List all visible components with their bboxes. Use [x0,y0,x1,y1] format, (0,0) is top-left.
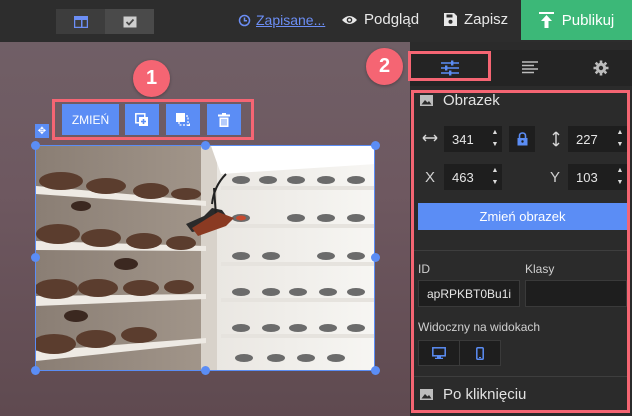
checkbox-icon [123,16,136,27]
y-stepper[interactable]: ▲ ▼ [616,167,624,187]
mobile-visibility-toggle[interactable] [459,340,501,366]
resize-handle-bottom-left[interactable] [31,366,40,375]
duplicate-button[interactable] [125,104,159,135]
floppy-disk-icon [444,13,457,26]
y-input[interactable]: 103 ▲ ▼ [568,164,627,190]
gear-icon [593,60,609,76]
layer-order-icon [176,112,190,126]
height-value: 227 [576,131,598,147]
width-arrows-icon [422,134,438,142]
id-value: apRPKBT0Bu1i [427,286,512,301]
width-input[interactable]: 341 ▲ ▼ [444,126,502,152]
annotation-badge-2: 2 [366,48,403,85]
image-icon [420,389,433,400]
x-value: 463 [452,169,474,185]
visible-on-views-label: Widoczny na widokach [418,320,541,334]
layer-order-button[interactable] [166,104,200,135]
caret-down-icon: ▼ [491,179,499,186]
change-image-button[interactable]: ZMIEŃ [62,104,119,135]
image-section-header[interactable]: Obrazek [420,92,500,109]
eye-icon [342,15,357,24]
divider [414,376,627,377]
tasks-view-button[interactable] [105,9,154,34]
preview-label: Podgląd [364,11,420,28]
resize-handle-left[interactable] [31,253,40,262]
resize-handle-bottom[interactable] [201,366,210,375]
lock-icon [517,132,527,146]
caret-up-icon: ▲ [616,129,624,136]
saved-history-link[interactable]: Zapisane... [238,12,325,28]
height-arrows-icon [552,131,560,147]
divider [414,250,627,251]
aspect-lock-button[interactable] [509,126,535,152]
width-stepper[interactable]: ▲ ▼ [491,129,499,149]
id-input[interactable]: apRPKBT0Bu1i [418,280,520,307]
resize-handle-bottom-right[interactable] [371,366,380,375]
publish-label: Publikuj [561,11,615,29]
image-section-label: Obrazek [443,92,500,109]
resize-handle-top[interactable] [201,141,210,150]
y-value: 103 [576,169,598,185]
id-label: ID [418,262,430,276]
move-icon: ✥ [37,125,47,137]
resize-handle-top-left[interactable] [31,141,40,150]
caret-up-icon: ▲ [491,129,499,136]
on-click-section-header[interactable]: Po kliknięciu [420,386,526,403]
image-icon [420,95,433,106]
classes-label: Klasy [525,262,555,276]
history-icon [238,14,251,26]
trash-icon [218,112,230,127]
x-stepper[interactable]: ▲ ▼ [491,167,499,187]
tab-advanced[interactable] [570,50,632,86]
annotation-badge-1: 1 [133,60,170,97]
text-lines-icon [522,61,538,74]
upload-icon [538,12,554,28]
view-toggle [56,9,154,34]
caret-up-icon: ▲ [616,167,624,174]
caret-down-icon: ▼ [491,141,499,148]
layout-icon [73,15,88,28]
caret-up-icon: ▲ [491,167,499,174]
settings-tab-highlight [408,51,491,81]
top-bar: Zapisane... Podgląd Zapisz Publikuj [0,0,632,42]
height-input[interactable]: 227 ▲ ▼ [568,126,627,152]
on-click-label: Po kliknięciu [443,386,527,403]
x-input[interactable]: 463 ▲ ▼ [444,164,502,190]
desktop-visibility-toggle[interactable] [418,340,460,366]
save-button[interactable]: Zapisz [444,11,508,28]
change-image-panel-button[interactable]: Zmień obrazek [418,203,627,230]
shoe-store-photo [36,146,374,370]
delete-button[interactable] [207,104,241,135]
y-label: Y [549,168,560,186]
width-value: 341 [452,131,474,147]
resize-handle-right[interactable] [371,253,380,262]
desktop-icon [432,347,446,359]
height-stepper[interactable]: ▲ ▼ [616,129,624,149]
tab-text[interactable] [490,50,570,86]
duplicate-icon [135,112,148,126]
selected-image[interactable] [35,145,375,371]
classes-input[interactable] [525,280,627,307]
caret-down-icon: ▼ [616,141,624,148]
publish-button[interactable]: Publikuj [521,0,632,40]
preview-button[interactable]: Podgląd [341,11,419,28]
x-label: X [424,168,435,186]
save-label: Zapisz [464,11,509,28]
resize-handle-top-right[interactable] [371,141,380,150]
layout-view-button[interactable] [56,9,105,34]
saved-label: Zapisane... [256,12,326,28]
move-handle[interactable]: ✥ [35,124,49,138]
caret-down-icon: ▼ [616,179,624,186]
mobile-icon [476,346,484,360]
